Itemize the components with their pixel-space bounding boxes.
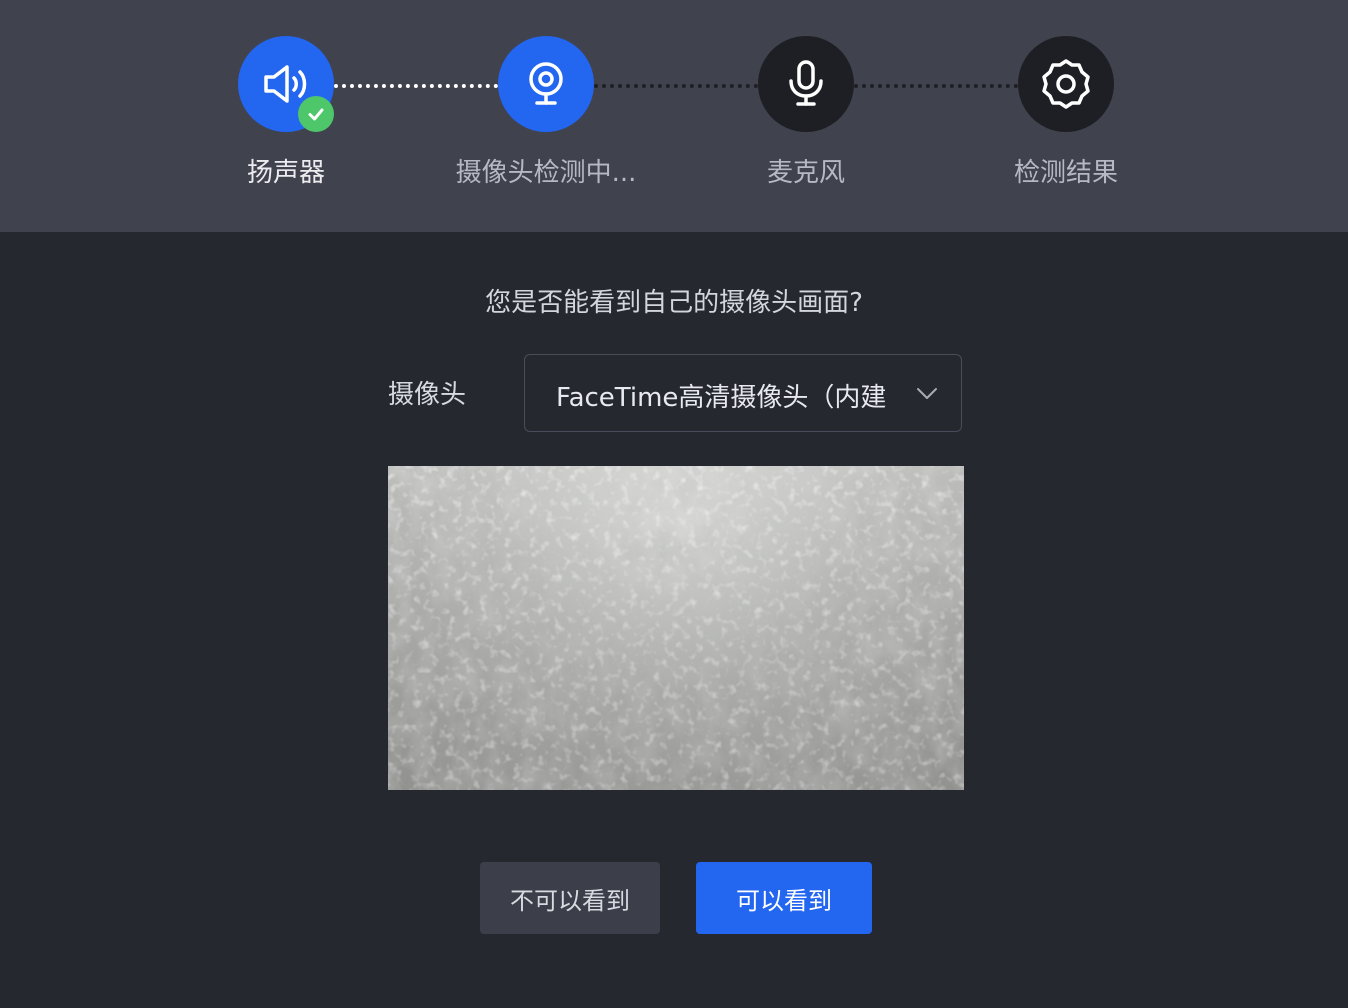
step-speaker: 扬声器: [156, 0, 416, 232]
step-progress-header: 扬声器 摄像头检测中... 麦克风 检测结果: [0, 0, 1348, 232]
check-badge-icon: [298, 96, 334, 132]
camera-preview: [388, 466, 964, 790]
device-check-page: 扬声器 摄像头检测中... 麦克风 检测结果 您是否能看到自己的摄像头画面? 摄…: [0, 0, 1348, 1008]
webcam-icon: [529, 62, 563, 105]
microphone-icon: [789, 60, 823, 106]
step-microphone: 麦克风: [676, 0, 936, 232]
step-speaker-label: 扬声器: [246, 158, 325, 188]
step-microphone-label: 麦克风: [766, 158, 845, 188]
step-camera-label: 摄像头检测中...: [455, 158, 637, 188]
step-result: 检测结果: [936, 0, 1196, 232]
can-see-button[interactable]: 可以看到: [696, 862, 872, 934]
gear-icon: [1042, 59, 1090, 109]
camera-feed-image: [388, 466, 964, 790]
step-microphone-circle: [758, 36, 854, 132]
camera-select[interactable]: FaceTime高清摄像头（内建: [524, 354, 962, 432]
chevron-down-icon: [917, 388, 937, 399]
step-camera-circle: [498, 36, 594, 132]
camera-question: 您是否能看到自己的摄像头画面?: [485, 288, 863, 318]
camera-field-label: 摄像头: [388, 380, 467, 410]
cannot-see-button[interactable]: 不可以看到: [480, 862, 660, 934]
step-result-circle: [1018, 36, 1114, 132]
camera-select-value: FaceTime高清摄像头（内建: [556, 383, 887, 413]
step-camera: 摄像头检测中...: [416, 0, 676, 232]
step-result-label: 检测结果: [1013, 158, 1118, 188]
